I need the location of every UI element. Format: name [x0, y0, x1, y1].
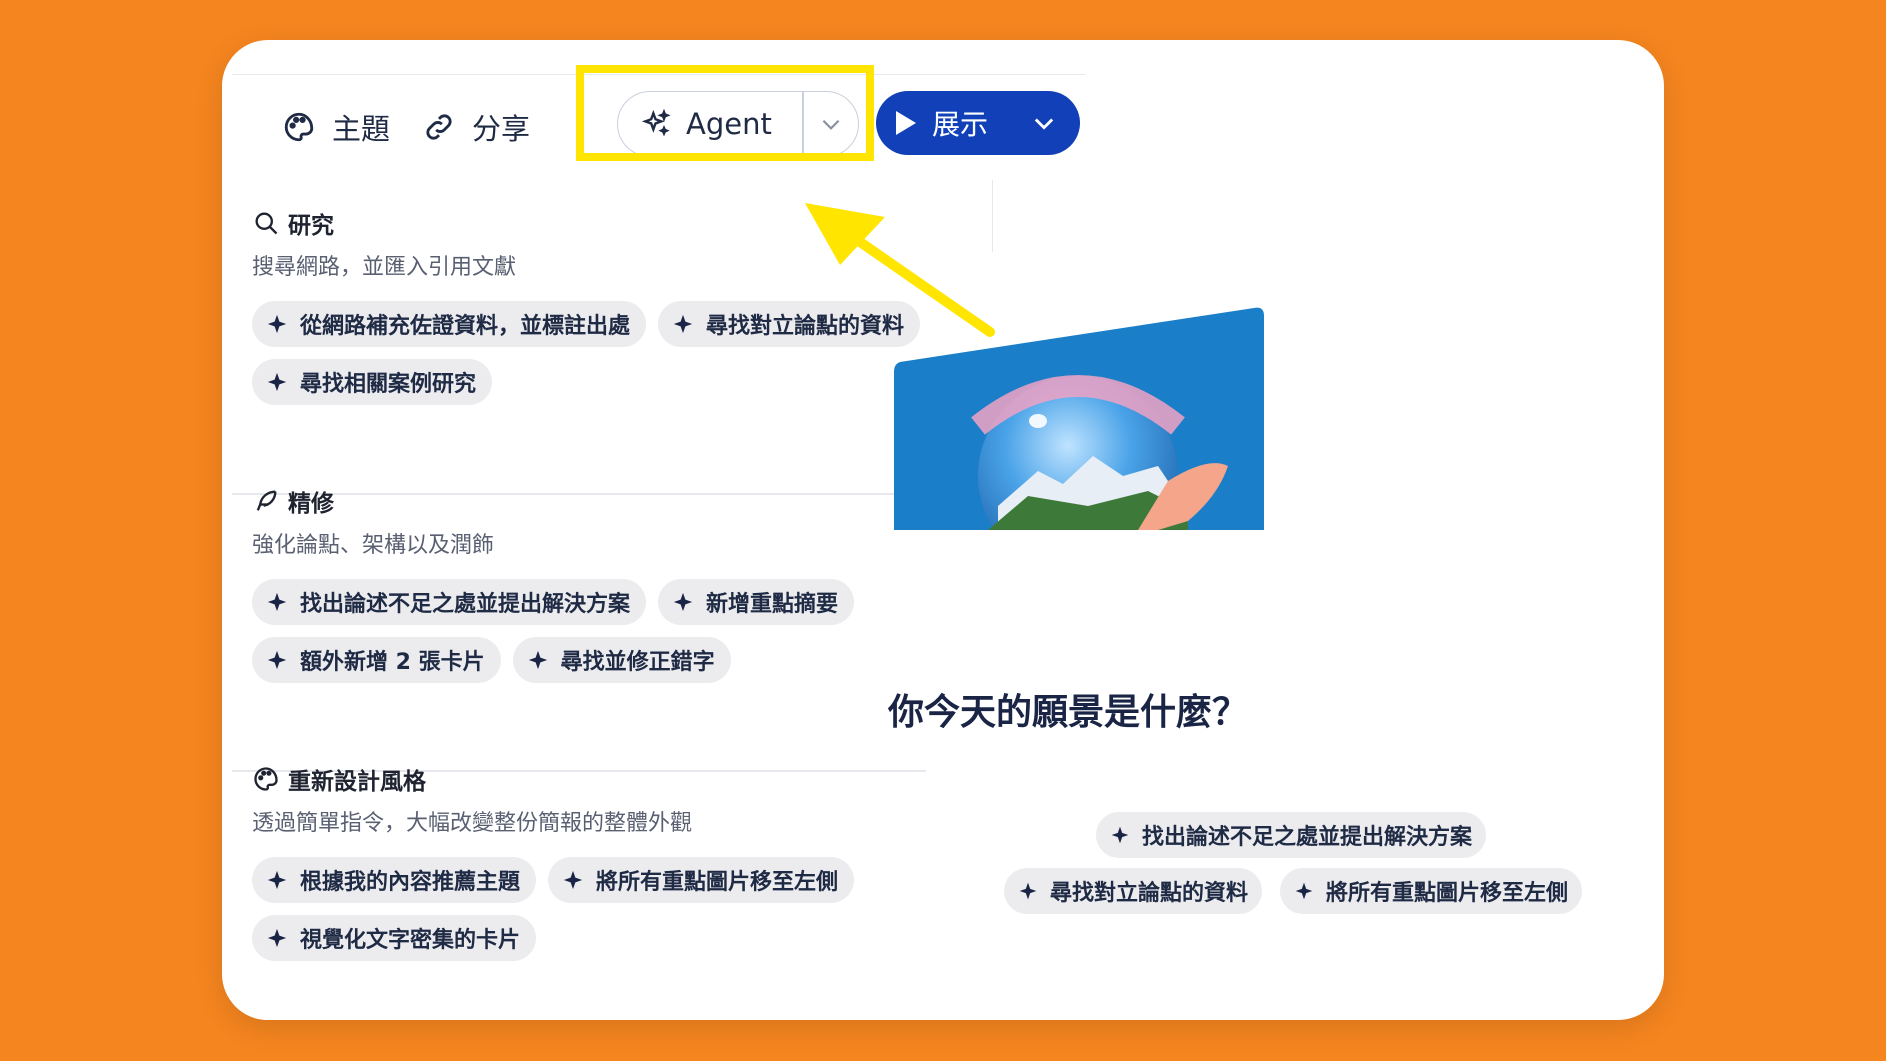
- feather-icon: [256, 490, 277, 511]
- theme-label: 主題: [332, 112, 391, 146]
- slide-preview-image: [894, 307, 1264, 530]
- suggestion-chip[interactable]: 根據我的內容推薦主題: [252, 857, 537, 903]
- play-icon: [896, 111, 916, 135]
- suggestion-chip[interactable]: 視覺化文字密集的卡片: [252, 915, 537, 961]
- share-button[interactable]: 分享: [422, 97, 530, 157]
- suggestion-chip[interactable]: 尋找相關案例研究: [252, 359, 493, 405]
- section-title-text: 重新設計風格: [288, 769, 426, 795]
- section-desc: 透過簡單指令，大幅改變整份簡報的整體外觀: [252, 811, 693, 836]
- chip-label: 尋找相關案例研究: [300, 372, 477, 397]
- star-icon: [267, 650, 287, 670]
- present-label: 展示: [932, 108, 989, 141]
- chip-label: 找出論述不足之處並提出解決方案: [1142, 825, 1473, 850]
- star-icon: [267, 928, 287, 948]
- chip-label: 新增重點摘要: [706, 592, 839, 617]
- toolbar: 主題 分享 Agent 展示: [232, 65, 1085, 175]
- suggestion-chip[interactable]: 新增重點摘要: [658, 579, 855, 625]
- chip-list: 根據我的內容推薦主題 將所有重點圖片移至左側 視覺化文字密集的卡片: [252, 857, 952, 961]
- star-icon: [1019, 882, 1037, 900]
- section-restyle: 重新設計風格 透過簡單指令，大幅改變整份簡報的整體外觀 根據我的內容推薦主題 將…: [252, 761, 952, 961]
- chip-label: 從網路補充佐證資料，並標註出處: [300, 314, 631, 339]
- chip-label: 尋找並修正錯字: [560, 650, 715, 675]
- star-icon: [673, 592, 693, 612]
- section-refine: 精修 強化論點、架構以及潤飾 找出論述不足之處並提出解決方案 新增重點摘要 額外…: [252, 483, 952, 683]
- suggestion-chip[interactable]: 找出論述不足之處並提出解決方案: [252, 579, 647, 625]
- share-label: 分享: [472, 112, 531, 146]
- chevron-down-icon[interactable]: [1030, 109, 1058, 137]
- star-icon: [267, 870, 287, 890]
- palette-icon: [284, 112, 314, 142]
- chip-label: 找出論述不足之處並提出解決方案: [300, 592, 631, 617]
- panel-edge: [992, 180, 993, 252]
- section-title-text: 精修: [288, 491, 334, 517]
- search-icon: [255, 212, 278, 235]
- theme-button[interactable]: 主題: [282, 97, 390, 157]
- section-title: 重新設計風格: [252, 761, 952, 797]
- present-button[interactable]: 展示: [876, 91, 1080, 155]
- chip-label: 視覺化文字密集的卡片: [300, 928, 521, 953]
- suggestion-chip[interactable]: 將所有重點圖片移至左側: [548, 857, 855, 903]
- chip-label: 將所有重點圖片移至左側: [596, 870, 839, 895]
- link-icon: [426, 114, 452, 140]
- star-icon: [1295, 882, 1313, 900]
- star-icon: [563, 870, 583, 890]
- chip-label: 根據我的內容推薦主題: [300, 870, 521, 895]
- star-icon: [267, 592, 287, 612]
- section-title: 精修: [252, 483, 952, 519]
- suggestion-chip[interactable]: 從網路補充佐證資料，並標註出處: [252, 301, 647, 347]
- star-icon: [528, 650, 547, 670]
- suggestion-chip[interactable]: 尋找對立論點的資料: [1004, 868, 1263, 914]
- highlight-box: [576, 65, 874, 161]
- star-icon: [1111, 826, 1129, 844]
- suggestion-chip[interactable]: 找出論述不足之處並提出解決方案: [1096, 812, 1487, 858]
- chip-list: 找出論述不足之處並提出解決方案 新增重點摘要 額外新增 2 張卡片 尋找並修正錯…: [252, 579, 952, 683]
- vision-title: 你今天的願景是什麼？: [888, 692, 1249, 733]
- palette-icon: [254, 767, 278, 791]
- star-icon: [267, 372, 287, 392]
- suggestion-chip[interactable]: 將所有重點圖片移至左側: [1280, 868, 1583, 914]
- star-icon: [267, 314, 287, 334]
- section-title-text: 研究: [288, 213, 334, 239]
- chip-label: 尋找對立論點的資料: [1050, 881, 1249, 906]
- suggestion-chip[interactable]: 尋找並修正錯字: [512, 637, 731, 683]
- chip-label: 額外新增 2 張卡片: [300, 650, 485, 675]
- section-desc: 強化論點、架構以及潤飾: [252, 533, 495, 558]
- suggestion-chip[interactable]: 額外新增 2 張卡片: [252, 637, 501, 683]
- chip-label: 將所有重點圖片移至左側: [1326, 881, 1569, 906]
- star-icon: [673, 314, 693, 334]
